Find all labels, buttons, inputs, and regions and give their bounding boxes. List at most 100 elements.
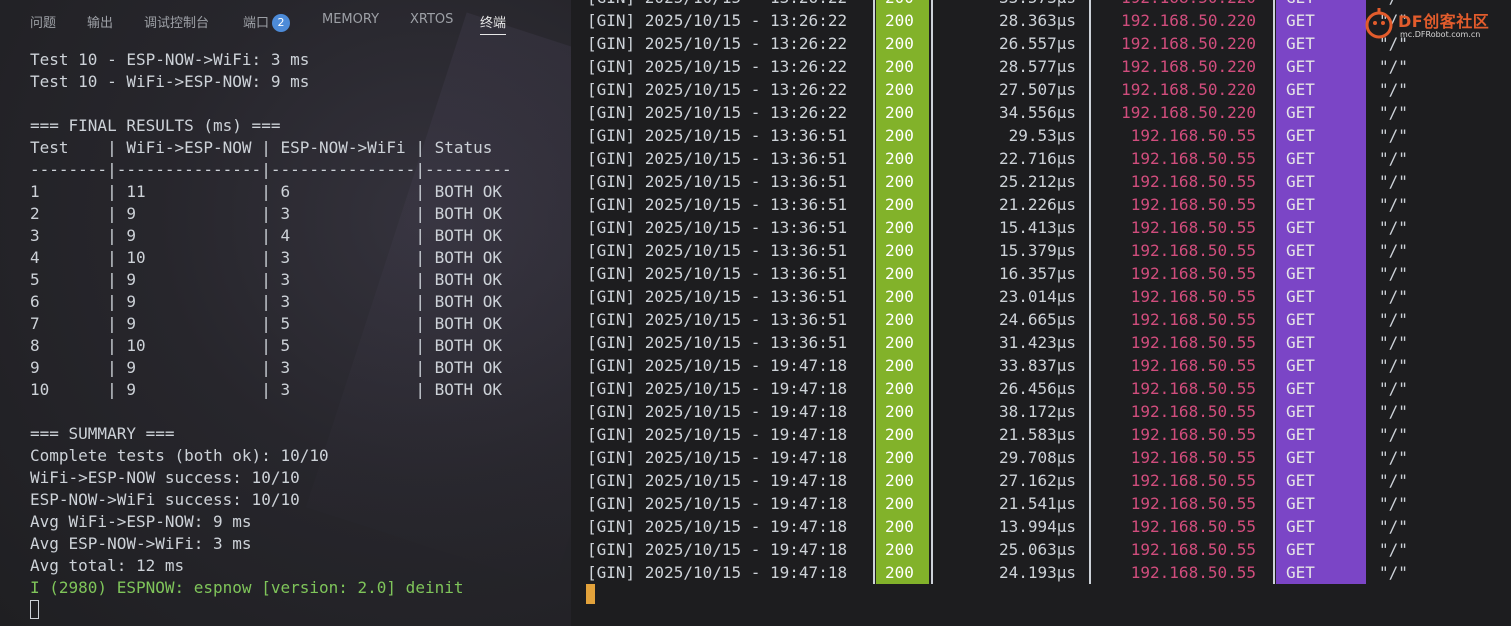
latency: 23.014µs	[998, 287, 1076, 306]
latency: 21.541µs	[998, 494, 1076, 513]
separator	[873, 515, 875, 538]
request-path: "/"	[1379, 448, 1408, 467]
latency: 27.162µs	[998, 471, 1076, 490]
status-code: 200	[876, 170, 929, 193]
separator	[873, 147, 875, 170]
separator	[1273, 492, 1275, 515]
request-path: "/"	[1379, 172, 1408, 191]
status-code: 200	[876, 285, 929, 308]
log-timestamp: [GIN] 2025/10/15 - 19:47:18	[587, 517, 848, 536]
tab-debug-console[interactable]: 调试控制台	[144, 12, 209, 31]
status-code: 200	[876, 561, 929, 584]
log-timestamp: [GIN] 2025/10/15 - 13:36:51	[587, 126, 848, 145]
separator	[873, 423, 875, 446]
client-ip: 192.168.50.55	[1130, 471, 1256, 490]
client-ip: 192.168.50.220	[1096, 0, 1256, 9]
log-timestamp: [GIN] 2025/10/15 - 13:26:22	[587, 103, 848, 122]
separator	[873, 262, 875, 285]
request-path: "/"	[1379, 310, 1408, 329]
separator	[1273, 308, 1275, 331]
latency: 22.716µs	[998, 149, 1076, 168]
http-method: GET	[1276, 55, 1366, 78]
http-method: GET	[1276, 216, 1366, 239]
right-terminal-pane[interactable]: [GIN] 2025/10/15 - 13:26:22 200 33.573µs 19…	[571, 0, 1511, 626]
separator	[1089, 193, 1091, 216]
log-timestamp: [GIN] 2025/10/15 - 19:47:18	[587, 356, 848, 375]
latency: 15.413µs	[998, 218, 1076, 237]
left-terminal-pane[interactable]: 问题 输出 调试控制台 端口 2 MEMORY XRTOS 终端 Test 10 …	[0, 0, 571, 626]
separator	[931, 170, 933, 193]
client-ip: 192.168.50.55	[1130, 287, 1256, 306]
separator	[931, 0, 933, 9]
separator	[1089, 32, 1091, 55]
separator	[873, 354, 875, 377]
tab-xrtos[interactable]: XRTOS	[410, 12, 453, 27]
http-method: GET	[1276, 446, 1366, 469]
status-code: 200	[876, 262, 929, 285]
separator	[931, 515, 933, 538]
client-ip: 192.168.50.55	[1130, 402, 1256, 421]
request-path: "/"	[1379, 80, 1408, 99]
separator	[1273, 32, 1275, 55]
status-code: 200	[876, 377, 929, 400]
latency: 24.193µs	[998, 563, 1076, 582]
separator	[1273, 55, 1275, 78]
request-path: "/"	[1379, 356, 1408, 375]
http-method: GET	[1276, 354, 1366, 377]
http-method: GET	[1276, 147, 1366, 170]
separator	[873, 78, 875, 101]
tab-problems[interactable]: 问题	[30, 12, 56, 31]
log-timestamp: [GIN] 2025/10/15 - 13:36:51	[587, 333, 848, 352]
http-method: GET	[1276, 492, 1366, 515]
separator	[1273, 101, 1275, 124]
separator	[1273, 9, 1275, 32]
terminal-line: --------|---------------|---------------…	[30, 160, 512, 179]
http-method: GET	[1276, 423, 1366, 446]
terminal-line: 6 | 9 | 3 | BOTH OK	[30, 292, 503, 311]
separator	[931, 400, 933, 423]
http-method: GET	[1276, 400, 1366, 423]
separator	[873, 9, 875, 32]
watermark-subtitle: mc.DFRobot.com.cn	[1400, 30, 1481, 39]
log-timestamp: [GIN] 2025/10/15 - 19:47:18	[587, 494, 848, 513]
latency: 26.557µs	[998, 34, 1076, 53]
log-timestamp: [GIN] 2025/10/15 - 19:47:18	[587, 563, 848, 582]
status-code: 200	[876, 492, 929, 515]
separator	[1273, 170, 1275, 193]
latency: 28.577µs	[998, 57, 1076, 76]
terminal-line: 2 | 9 | 3 | BOTH OK	[30, 204, 503, 223]
latency: 33.837µs	[998, 356, 1076, 375]
tab-output[interactable]: 输出	[87, 12, 113, 31]
status-code: 200	[876, 423, 929, 446]
tab-ports[interactable]: 端口 2	[243, 12, 291, 32]
client-ip: 192.168.50.220	[1121, 80, 1256, 99]
terminal-output[interactable]: Test 10 - ESP-NOW->WiFi: 3 ms Test 10 - W…	[30, 49, 512, 599]
tab-terminal[interactable]: 终端	[480, 12, 507, 35]
separator	[1273, 193, 1275, 216]
status-code: 200	[876, 55, 929, 78]
log-timestamp: [GIN] 2025/10/15 - 13:36:51	[587, 149, 848, 168]
tab-memory[interactable]: MEMORY	[322, 12, 379, 27]
latency: 27.507µs	[998, 80, 1076, 99]
latency: 31.423µs	[998, 333, 1076, 352]
client-ip: 192.168.50.55	[1130, 195, 1256, 214]
status-code: 200	[876, 354, 929, 377]
terminal-line: Avg WiFi->ESP-NOW: 9 ms	[30, 512, 252, 531]
request-path: "/"	[1379, 126, 1408, 145]
terminal-line: Test 10 - WiFi->ESP-NOW: 9 ms	[30, 72, 310, 91]
client-ip: 192.168.50.55	[1130, 563, 1256, 582]
separator	[931, 9, 933, 32]
request-path: "/"	[1379, 494, 1408, 513]
status-code: 200	[876, 331, 929, 354]
separator	[1089, 9, 1091, 32]
terminal-line: ESP-NOW->WiFi success: 10/10	[30, 490, 300, 509]
latency: 28.363µs	[998, 11, 1076, 30]
separator	[1089, 538, 1091, 561]
client-ip: 192.168.50.55	[1130, 448, 1256, 467]
request-path: "/"	[1379, 195, 1408, 214]
separator	[931, 308, 933, 331]
ports-count-badge: 2	[272, 14, 291, 32]
client-ip: 192.168.50.55	[1130, 425, 1256, 444]
separator	[873, 285, 875, 308]
terminal-cursor-right	[586, 584, 595, 604]
